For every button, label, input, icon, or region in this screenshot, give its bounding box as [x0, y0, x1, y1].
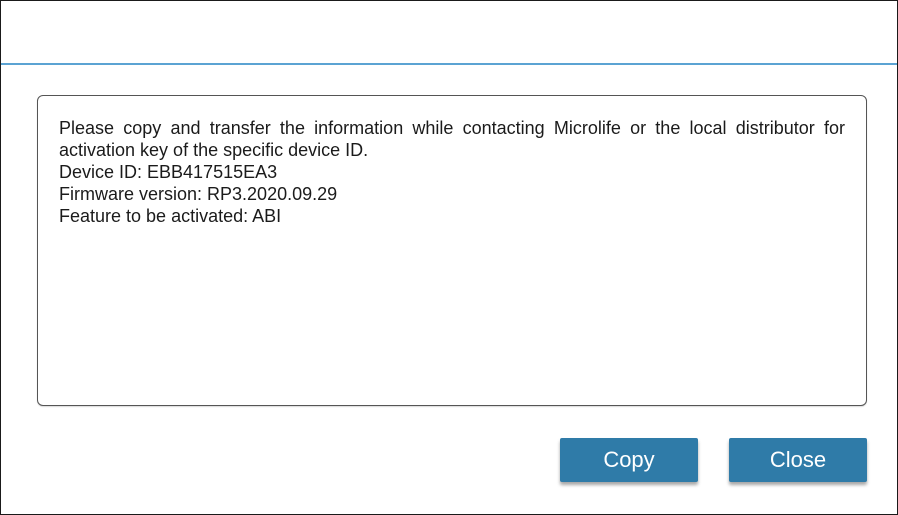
device-id-line: Device ID: EBB417515EA3 — [59, 162, 278, 182]
dialog-title-bar — [1, 1, 897, 63]
title-divider — [1, 63, 897, 65]
info-text-box[interactable]: Please copy and transfer the information… — [37, 95, 867, 406]
info-text: Please copy and transfer the information… — [59, 117, 845, 227]
close-button[interactable]: Close — [729, 438, 867, 482]
feature-line: Feature to be activated: ABI — [59, 206, 282, 226]
activation-dialog: Please copy and transfer the information… — [0, 0, 898, 515]
firmware-version-line: Firmware version: RP3.2020.09.29 — [59, 184, 338, 204]
info-message: Please copy and transfer the information… — [59, 118, 845, 160]
copy-button[interactable]: Copy — [560, 438, 698, 482]
